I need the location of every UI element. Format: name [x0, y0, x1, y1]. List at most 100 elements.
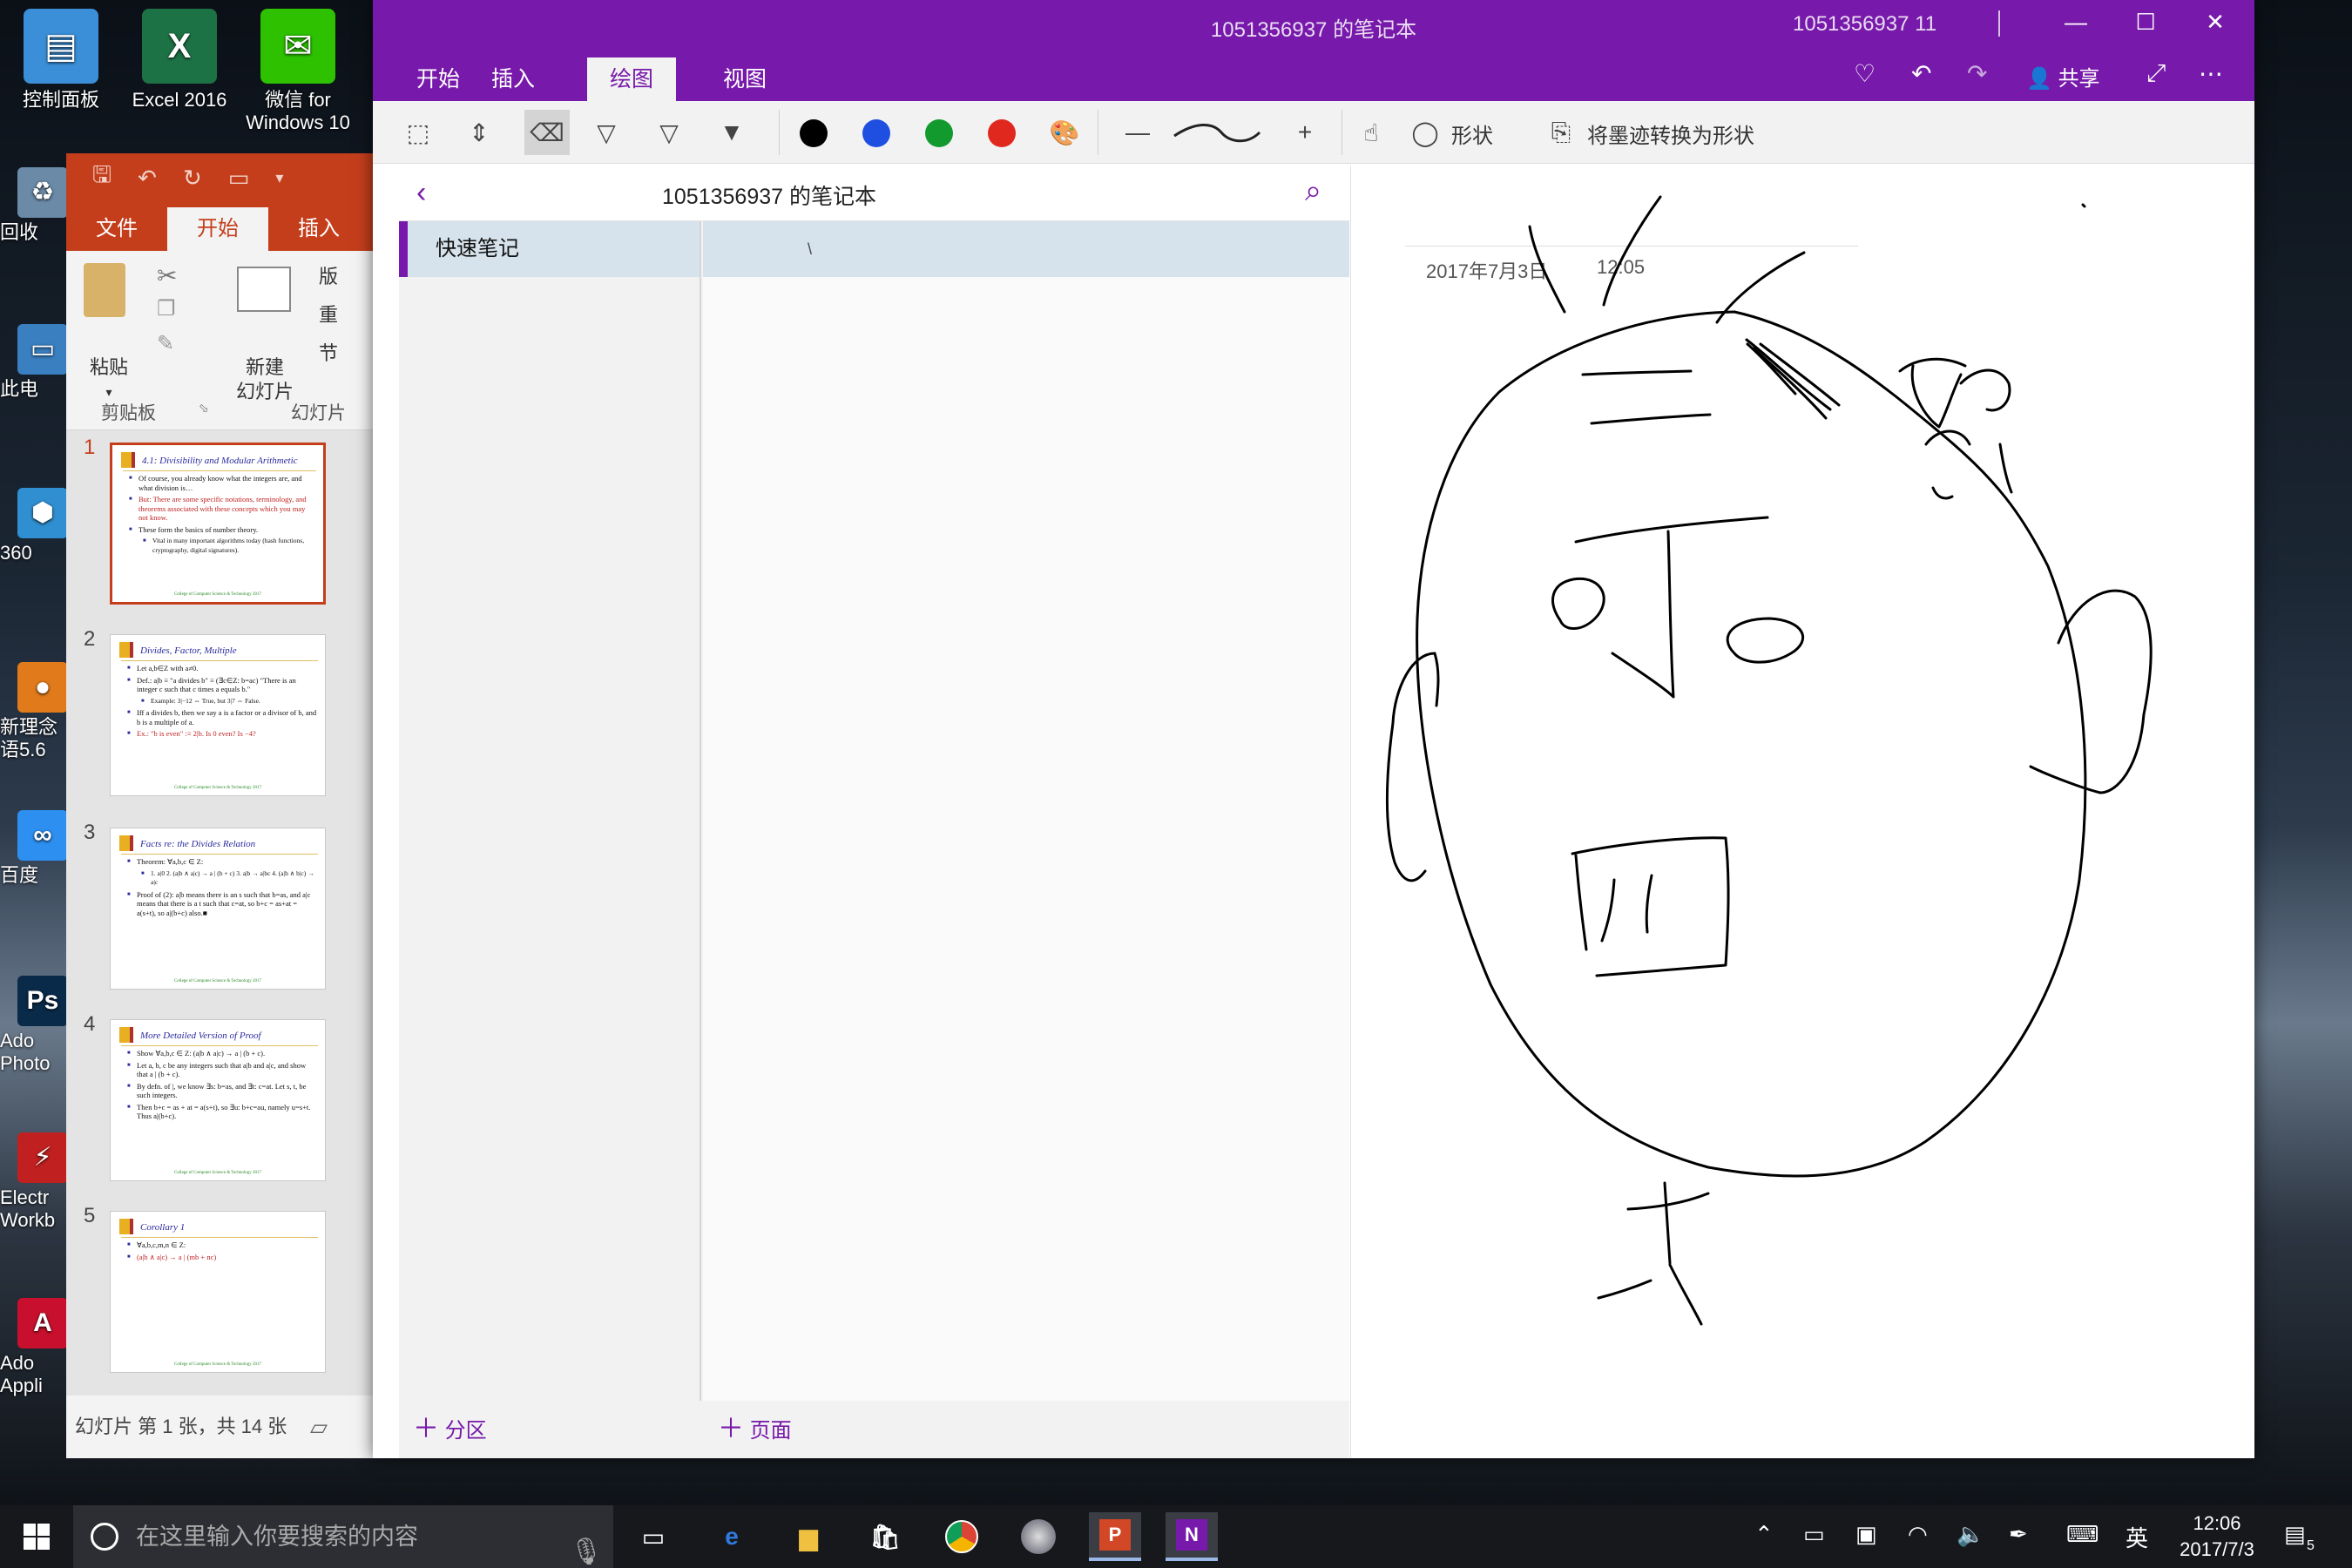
onenote-tab[interactable]: 插入 [469, 57, 558, 101]
color-palette-icon[interactable]: 🎨 [1042, 110, 1087, 155]
desktop-icon[interactable]: Ps Ado Photo [0, 976, 70, 1075]
share-button[interactable]: 👤 共享 [2026, 61, 2100, 91]
paste-button[interactable]: 粘贴 ▾ [78, 355, 139, 404]
slide-thumbnail[interactable]: More Detailed Version of Proof Show ∀a,b,… [110, 1019, 326, 1181]
fullscreen-icon[interactable]: ⤢ [2146, 59, 2166, 88]
security-icon[interactable]: ▣ [1855, 1521, 1877, 1548]
lightbulb-icon[interactable]: ♡ [1854, 59, 1876, 88]
pencil-icon[interactable]: ▽ [646, 110, 692, 155]
desktop-icon[interactable]: X Excel 2016 [120, 9, 239, 112]
share-label: 共享 [2058, 67, 2100, 91]
volume-icon[interactable]: 🔈 [1957, 1521, 1984, 1548]
notebook-name[interactable]: 1051356937 的笔记本 [399, 179, 1139, 211]
chrome-icon[interactable] [936, 1512, 988, 1561]
paste-icon[interactable] [84, 263, 125, 317]
maximize-button[interactable]: ☐ [2124, 9, 2167, 36]
ime-indicator[interactable]: 英 [2126, 1521, 2148, 1553]
desktop-icon[interactable]: ♻ 回收 [0, 167, 70, 244]
ribbon-side-button[interactable]: 节 [319, 335, 338, 373]
action-center-icon[interactable]: ▤ [2284, 1521, 2306, 1548]
add-page-button[interactable]: ＋ 页面 [718, 1401, 792, 1458]
onenote-tab[interactable]: 视图 [700, 57, 789, 101]
page-canvas[interactable]: 2017年7月3日 12:05 [1350, 166, 2254, 1458]
notes-icon[interactable]: ▱ [310, 1396, 328, 1458]
ppt-tab[interactable]: 插入 [268, 207, 369, 251]
wifi-icon[interactable]: ◠ [1908, 1521, 1928, 1548]
display-icon[interactable]: ▭ [1803, 1521, 1825, 1548]
ink-to-shape-icon[interactable]: ⎘ [1538, 110, 1584, 155]
close-button[interactable]: ✕ [2193, 9, 2237, 36]
eraser-icon[interactable]: ⌫ [524, 110, 570, 155]
desktop-icon[interactable]: ✉ 微信 for Windows 10 [239, 9, 357, 134]
ppt-tab[interactable]: 文件 [66, 207, 167, 251]
new-slide-icon[interactable] [237, 267, 291, 312]
insert-space-icon[interactable]: ⇕ [456, 110, 502, 155]
desktop-icon[interactable]: ▤ 控制面板 [2, 9, 120, 112]
edge-icon[interactable]: e [706, 1512, 758, 1561]
section-item-quick-notes[interactable]: 快速笔记 [399, 221, 700, 277]
desktop-icon[interactable]: ⬢ 360 [0, 488, 70, 564]
copy-icon[interactable]: ❐ [157, 296, 176, 321]
task-view-icon[interactable]: ▭ [627, 1512, 679, 1561]
customize-qat-icon[interactable]: ▾ [275, 169, 283, 187]
shapes-button[interactable]: 形状 [1451, 118, 1493, 149]
app-icon[interactable] [1012, 1512, 1064, 1561]
pen-icon[interactable]: ▽ [584, 110, 629, 155]
store-icon[interactable]: 🛍 [859, 1512, 911, 1561]
desktop-icon[interactable]: ● 新理念 语5.6 [0, 662, 70, 761]
show-hidden-icons-icon[interactable]: ⌃ [1754, 1521, 1774, 1548]
slide-thumbnail[interactable]: Facts re: the Divides Relation Theorem: ∀… [110, 828, 326, 990]
more-icon[interactable]: ⋯ [2199, 59, 2223, 88]
start-button[interactable] [0, 1505, 73, 1568]
redo-icon[interactable]: ↷ [1967, 59, 1987, 88]
ribbon-side-button[interactable]: 版 [319, 258, 338, 296]
ribbon-side-button[interactable]: 重 [319, 296, 338, 335]
pen-color-swatch[interactable] [988, 119, 1016, 147]
undo-icon[interactable]: ↶ [1911, 59, 1931, 88]
search-icon[interactable]: ⌕ [1305, 174, 1321, 208]
slide-bullet: 1. a|0 2. (a|b ∧ a|c) → a | (b + c) 3. a… [141, 869, 318, 888]
thicker-stroke-icon[interactable]: + [1282, 110, 1328, 155]
save-icon[interactable]: 🖫 [92, 159, 112, 197]
file-explorer-icon[interactable]: ▆ [782, 1512, 835, 1561]
onenote-taskbar-icon[interactable]: N [1166, 1512, 1218, 1561]
plus-icon: ＋ [413, 1415, 439, 1443]
pen-workspace-icon[interactable]: ✒ [2009, 1521, 2028, 1548]
slide-bullet: Example: 3|−12 ⇔ True, but 3|7 ⇔ False. [141, 697, 318, 706]
slide-logo-icon [119, 835, 133, 851]
slide-thumbnail[interactable]: 4.1: Divisibility and Modular Arithmetic… [110, 443, 326, 605]
desktop-icon[interactable]: ▭ 此电 [0, 324, 70, 401]
pen-color-swatch[interactable] [800, 119, 828, 147]
format-painter-icon[interactable]: ✎ [157, 331, 174, 356]
page-item[interactable]: \ [703, 221, 1349, 277]
thinner-stroke-icon[interactable]: — [1115, 110, 1160, 155]
dialog-launcher-icon[interactable]: ⬂ [199, 401, 209, 416]
touch-draw-icon[interactable]: ☝ [1348, 110, 1394, 155]
taskbar-clock[interactable]: 12:06 2017/7/3 [2152, 1511, 2282, 1563]
desktop-icon[interactable]: A Ado Appli [0, 1298, 70, 1397]
undo-icon[interactable]: ↶ [138, 165, 157, 192]
slide-thumbnail[interactable]: Corollary 1 ∀a,b,c,m,n ∈ Z: (a|b ∧ a|c) → … [110, 1211, 326, 1373]
ppt-tab[interactable]: 开始 [167, 207, 268, 251]
add-section-button[interactable]: ＋ 分区 [413, 1401, 487, 1458]
microphone-icon[interactable]: 🎙 [570, 1521, 603, 1568]
ink-to-shape-button[interactable]: 将墨迹转换为形状 [1587, 118, 1754, 149]
cut-icon[interactable]: ✂ [157, 261, 177, 290]
desktop-icon[interactable]: ∞ 百度 [0, 810, 70, 887]
pen-color-swatch[interactable] [925, 119, 953, 147]
present-icon[interactable]: ▭ [228, 165, 250, 192]
slide-thumbnail[interactable]: Divides, Factor, Multiple Let a,b∈Z with … [110, 634, 326, 796]
shapes-icon[interactable]: ◯ [1402, 110, 1448, 155]
highlighter-icon[interactable]: ▼ [709, 110, 754, 155]
desktop-icon[interactable]: ⚡ Electr Workb [0, 1132, 70, 1232]
lasso-select-icon[interactable]: ⬚ [395, 110, 441, 155]
keyboard-icon[interactable]: ⌨ [2066, 1521, 2099, 1548]
taskbar-search-box[interactable]: 在这里输入你要搜索的内容 🎙 [73, 1505, 613, 1568]
onenote-tab[interactable]: 绘图 [587, 57, 677, 101]
minimize-button[interactable]: — [2054, 9, 2098, 36]
new-slide-button[interactable]: 新建 幻灯片 [225, 355, 305, 404]
pen-color-swatch[interactable] [862, 119, 890, 147]
powerpoint-taskbar-icon[interactable]: P [1089, 1512, 1141, 1561]
user-account[interactable]: 1051356937 11 [1793, 12, 1936, 37]
redo-icon[interactable]: ↻ [183, 165, 202, 192]
